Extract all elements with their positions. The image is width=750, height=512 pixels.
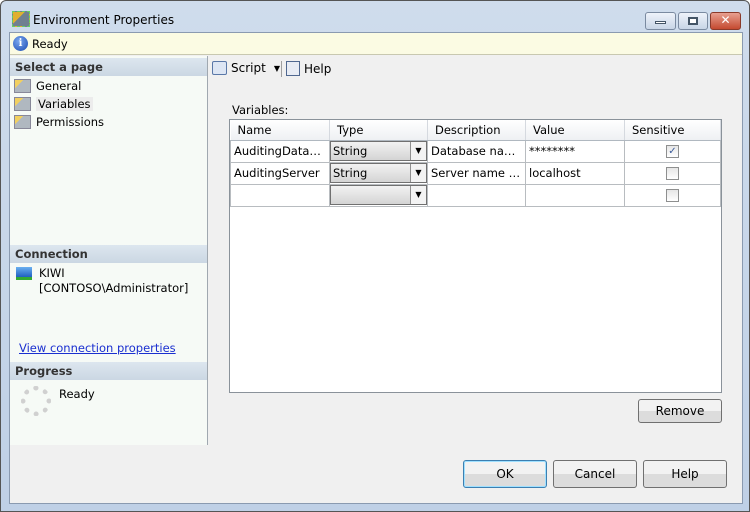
chevron-down-icon[interactable]: ▼ bbox=[410, 186, 426, 204]
minimize-icon bbox=[655, 21, 666, 24]
help-toolbar-button[interactable]: Help bbox=[286, 61, 331, 76]
type-value: String bbox=[333, 166, 368, 180]
server-name: KIWI bbox=[39, 266, 65, 280]
help-label: Help bbox=[304, 61, 332, 76]
close-icon: ✕ bbox=[720, 13, 731, 27]
page-icon bbox=[14, 96, 31, 111]
script-label: Script bbox=[231, 61, 266, 75]
column-header-name[interactable]: Name bbox=[230, 120, 330, 141]
column-header-type[interactable]: Type bbox=[329, 120, 428, 141]
select-page-header: Select a page bbox=[10, 58, 207, 76]
dialog-client: i Ready Select a page General Variables … bbox=[9, 32, 743, 504]
server-icon bbox=[16, 267, 32, 280]
description-cell[interactable] bbox=[427, 183, 526, 207]
value-cell[interactable] bbox=[525, 161, 625, 185]
progress-spinner-icon bbox=[21, 386, 51, 416]
description-cell[interactable]: Server name for... bbox=[427, 161, 526, 185]
column-header-description[interactable]: Description bbox=[427, 120, 526, 141]
close-button[interactable]: ✕ bbox=[710, 12, 741, 30]
progress-status: Ready bbox=[59, 387, 95, 401]
help-button[interactable]: Help bbox=[643, 460, 727, 488]
sensitive-checkbox[interactable] bbox=[666, 166, 679, 180]
remove-button[interactable]: Remove bbox=[638, 399, 722, 423]
table-row: AuditingDataba... String ▼ Database name.… bbox=[230, 139, 721, 163]
sensitive-cell bbox=[624, 161, 721, 185]
type-dropdown[interactable]: String ▼ bbox=[330, 141, 427, 161]
maximize-button[interactable] bbox=[678, 12, 708, 30]
sidebar-item-label: General bbox=[36, 78, 82, 93]
value-cell[interactable] bbox=[525, 183, 625, 207]
status-bar: i Ready bbox=[10, 33, 742, 55]
toolbar-separator bbox=[281, 61, 282, 77]
type-cell[interactable]: String ▼ bbox=[329, 161, 428, 185]
sidebar-item-label: Permissions bbox=[36, 114, 105, 129]
column-header-value[interactable]: Value bbox=[525, 120, 625, 141]
info-icon: i bbox=[13, 36, 28, 51]
sensitive-checkbox[interactable]: ✓ bbox=[666, 144, 679, 158]
chevron-down-icon[interactable]: ▼ bbox=[274, 64, 280, 73]
environment-properties-icon bbox=[12, 11, 30, 27]
type-value bbox=[331, 186, 410, 204]
view-connection-properties-link[interactable]: View connection properties bbox=[19, 341, 176, 355]
name-cell[interactable]: AuditingDataba... bbox=[230, 139, 330, 163]
page-icon bbox=[14, 114, 31, 129]
description-cell[interactable]: Database name... bbox=[427, 139, 526, 163]
dialog-window: Environment Properties ✕ i Ready Select … bbox=[0, 0, 750, 512]
connection-header: Connection bbox=[10, 245, 207, 263]
type-cell[interactable]: ▼ bbox=[329, 183, 428, 207]
ok-button[interactable]: OK bbox=[463, 460, 547, 488]
script-icon bbox=[212, 61, 227, 75]
cancel-button[interactable]: Cancel bbox=[553, 460, 637, 488]
chevron-down-icon[interactable]: ▼ bbox=[410, 142, 426, 160]
type-dropdown[interactable]: String ▼ bbox=[330, 163, 427, 183]
connection-user: [CONTOSO\Administrator] bbox=[39, 281, 189, 295]
sidebar-item-label: Variables bbox=[36, 96, 93, 111]
script-button[interactable]: Script ▼ bbox=[212, 61, 280, 75]
table-row: AuditingServer String ▼ Server name for..… bbox=[230, 161, 721, 185]
minimize-button[interactable] bbox=[645, 12, 676, 30]
value-cell[interactable]: ******** bbox=[525, 139, 625, 163]
type-value: String bbox=[333, 144, 368, 158]
sensitive-cell: ✓ bbox=[624, 139, 721, 163]
sidebar-item-permissions[interactable]: Permissions bbox=[14, 113, 104, 130]
sidebar-item-variables[interactable]: Variables bbox=[14, 95, 93, 112]
main-panel: Script ▼ Help Variables: Name Type Descr… bbox=[209, 56, 742, 445]
value-input[interactable] bbox=[529, 166, 621, 180]
variables-label: Variables: bbox=[232, 103, 289, 117]
sidebar: Select a page General Variables Permissi… bbox=[10, 56, 208, 445]
sensitive-cell bbox=[624, 183, 721, 207]
window-title: Environment Properties bbox=[33, 13, 175, 27]
sensitive-checkbox[interactable] bbox=[666, 188, 679, 202]
progress-header: Progress bbox=[10, 362, 207, 380]
table-row: ▼ bbox=[230, 183, 721, 207]
column-header-sensitive[interactable]: Sensitive bbox=[624, 120, 721, 141]
name-cell[interactable]: AuditingServer bbox=[230, 161, 330, 185]
variables-grid: Name Type Description Value Sensitive Au… bbox=[229, 119, 722, 393]
type-cell[interactable]: String ▼ bbox=[329, 139, 428, 163]
sidebar-item-general[interactable]: General bbox=[14, 77, 81, 94]
name-cell[interactable] bbox=[230, 183, 330, 207]
page-icon bbox=[14, 78, 31, 93]
help-icon bbox=[286, 61, 300, 76]
chevron-down-icon[interactable]: ▼ bbox=[410, 164, 426, 182]
type-dropdown[interactable]: ▼ bbox=[330, 185, 427, 205]
status-text: Ready bbox=[32, 37, 68, 51]
maximize-icon bbox=[688, 17, 698, 25]
